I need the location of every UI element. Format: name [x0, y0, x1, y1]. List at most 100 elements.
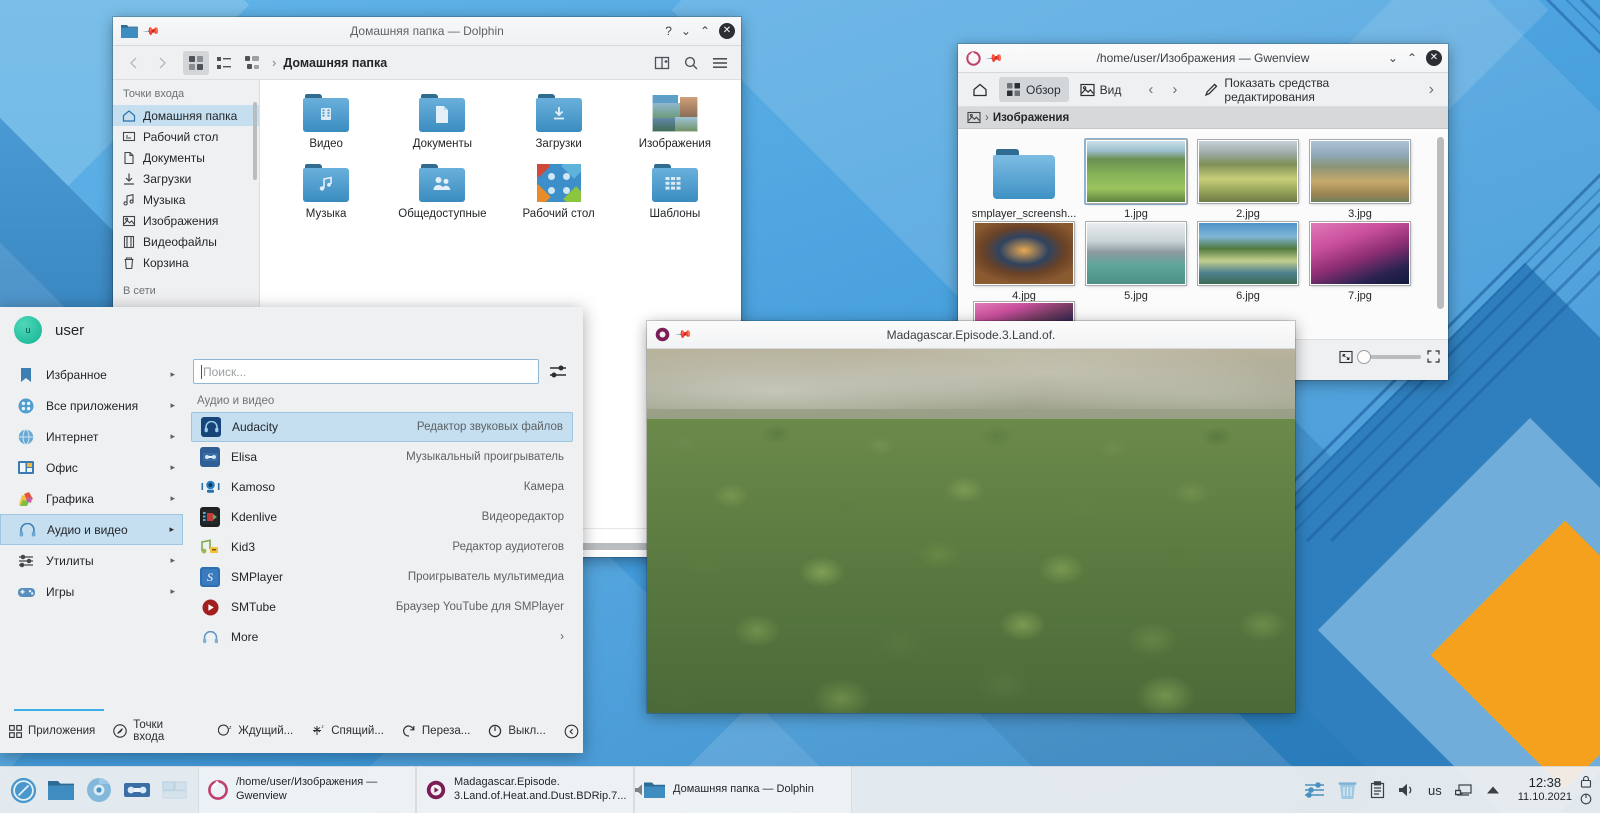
app-item-smplayer[interactable]: S SMPlayer Проигрыватель мультимедиа: [191, 562, 573, 592]
thumbnail-item[interactable]: 2.jpg: [1192, 138, 1304, 220]
view-button[interactable]: Вид: [1072, 77, 1130, 102]
sidebar-item-videos[interactable]: Видеофайлы: [113, 231, 259, 252]
panel-tasks[interactable]: /home/user/Изображения — Gwenview Madaga…: [198, 766, 1294, 813]
sliders-icon[interactable]: [549, 364, 567, 380]
app-item-elisa[interactable]: Elisa Музыкальный проигрыватель: [191, 442, 573, 472]
volume-icon[interactable]: [1398, 782, 1415, 798]
gwenview-breadcrumb[interactable]: Изображения: [993, 112, 1069, 124]
smplayer-window[interactable]: 📌 Madagascar.Episode.3.Land.of.: [647, 321, 1295, 713]
minimize-button[interactable]: ⌄: [1388, 52, 1398, 64]
thumbnail-item[interactable]: 6.jpg: [1192, 220, 1304, 302]
file-item[interactable]: Шаблоны: [617, 164, 733, 220]
previous-button[interactable]: ‹: [1140, 77, 1161, 102]
back-arrow-icon[interactable]: [121, 51, 147, 75]
app-item-kdenlive[interactable]: Kdenlive Видеоредактор: [191, 502, 573, 532]
fit-to-window-icon[interactable]: [1339, 350, 1353, 364]
maximize-button[interactable]: ⌃: [700, 25, 710, 37]
browse-button[interactable]: Обзор: [999, 77, 1069, 102]
details-view-icon[interactable]: [239, 51, 265, 75]
show-desktop-icon[interactable]: [160, 775, 190, 805]
split-view-icon[interactable]: [649, 51, 675, 75]
task-gwenview[interactable]: /home/user/Изображения — Gwenview: [198, 766, 416, 813]
search-icon[interactable]: [678, 51, 704, 75]
launcher-user-row[interactable]: u user: [0, 307, 583, 353]
thumbnail-item[interactable]: 4.jpg: [968, 220, 1080, 302]
breadcrumb[interactable]: Домашняя папка: [283, 56, 387, 70]
sidebar-item-music[interactable]: Музыка: [113, 189, 259, 210]
kickoff-launcher-icon[interactable]: [8, 775, 38, 805]
file-item[interactable]: Общедоступные: [384, 164, 500, 220]
category-multimedia[interactable]: Аудио и видео ▸: [0, 514, 183, 545]
footer-tab-shutdown[interactable]: Выкл...: [479, 724, 554, 738]
session-controls[interactable]: [1580, 775, 1600, 805]
pin-icon[interactable]: 📌: [142, 22, 161, 40]
toolbar-overflow-button[interactable]: ›: [1421, 77, 1442, 102]
sidebar-item-trash[interactable]: Корзина: [113, 252, 259, 273]
footer-tab-hibernate[interactable]: z Спящий...: [302, 724, 393, 738]
task-smplayer[interactable]: Madagascar.Episode. 3.Land.of.Heat.and.D…: [416, 766, 647, 813]
help-button[interactable]: ?: [665, 25, 672, 37]
close-button[interactable]: ✕: [1426, 50, 1442, 66]
file-item[interactable]: Загрузки: [501, 94, 617, 150]
clipboard-icon[interactable]: [1370, 781, 1385, 799]
file-item[interactable]: Документы: [384, 94, 500, 150]
app-item-smtube[interactable]: SMTube Браузер YouTube для SMPlayer: [191, 592, 573, 622]
category-all-applications[interactable]: Все приложения ▸: [0, 390, 183, 421]
network-icon[interactable]: [1454, 782, 1473, 798]
dolphin-titlebar[interactable]: 📌 Домашняя папка — Dolphin ? ⌄ ⌃ ✕: [113, 17, 741, 46]
zoom-controls[interactable]: [1339, 349, 1440, 364]
avatar[interactable]: u: [14, 316, 42, 344]
category-utilities[interactable]: Утилиты ▸: [0, 545, 183, 576]
category-internet[interactable]: Интернет ▸: [0, 421, 183, 452]
thumbnail-item[interactable]: 1.jpg: [1080, 138, 1192, 220]
file-manager-icon[interactable]: [46, 775, 76, 805]
app-item-kid3[interactable]: Kid3 Редактор аудиотегов: [191, 532, 573, 562]
pin-icon[interactable]: 📌: [985, 49, 1004, 67]
sidebar-scrollbar[interactable]: [253, 102, 257, 180]
file-item[interactable]: Музыка: [268, 164, 384, 220]
thumbnail-item[interactable]: 3.jpg: [1304, 138, 1416, 220]
footer-collapse-button[interactable]: [555, 724, 588, 739]
thumbnail-item[interactable]: smplayer_screensh...: [968, 138, 1080, 220]
system-tray[interactable]: us: [1294, 780, 1510, 800]
panel-launchers[interactable]: [0, 775, 198, 805]
category-office[interactable]: Офис ▸: [0, 452, 183, 483]
thumbnail-item[interactable]: 7.jpg: [1304, 220, 1416, 302]
gwenview-toolbar[interactable]: Обзор Вид ‹ › Показать средства редактир…: [958, 73, 1448, 107]
dolphin-toolbar[interactable]: › Домашняя папка: [113, 46, 741, 80]
category-favorites[interactable]: Избранное ▸: [0, 359, 183, 390]
taskbar-panel[interactable]: /home/user/Изображения — Gwenview Madaga…: [0, 766, 1600, 813]
footer-tab-applications[interactable]: Приложения: [0, 724, 104, 738]
sidebar-item-documents[interactable]: Документы: [113, 147, 259, 168]
category-graphics[interactable]: Графика ▸: [0, 483, 183, 514]
zoom-slider[interactable]: [1357, 349, 1421, 364]
zoom-slider-knob[interactable]: [1357, 349, 1371, 364]
app-item-kamoso[interactable]: Kamoso Камера: [191, 472, 573, 502]
category-games[interactable]: Игры ▸: [0, 576, 183, 607]
trash-icon[interactable]: [1338, 780, 1357, 800]
sidebar-item-desktop[interactable]: Рабочий стол: [113, 126, 259, 147]
media-player-icon[interactable]: [122, 775, 152, 805]
web-browser-icon[interactable]: [84, 775, 114, 805]
forward-arrow-icon[interactable]: [149, 51, 175, 75]
sidebar-item-downloads[interactable]: Загрузки: [113, 168, 259, 189]
file-item[interactable]: Изображения: [617, 94, 733, 150]
maximize-button[interactable]: ⌃: [1407, 52, 1417, 64]
footer-tab-suspend[interactable]: z Ждущий...: [209, 724, 302, 738]
gwenview-titlebar[interactable]: 📌 /home/user/Изображения — Gwenview ⌄ ⌃ …: [958, 44, 1448, 73]
gwenview-vertical-scrollbar[interactable]: [1437, 137, 1444, 309]
close-button[interactable]: ✕: [719, 23, 735, 39]
fullscreen-icon[interactable]: [1427, 350, 1440, 363]
task-dolphin[interactable]: Домашняя папка — Dolphin: [634, 766, 852, 813]
compact-view-icon[interactable]: [211, 51, 237, 75]
digital-clock[interactable]: 12:38 11.10.2021: [1510, 775, 1580, 804]
launcher-search-row[interactable]: Поиск...: [191, 353, 573, 393]
footer-tab-places[interactable]: Точки входа: [104, 719, 173, 743]
footer-tab-restart[interactable]: Переза...: [393, 724, 479, 738]
lock-icon[interactable]: [1580, 775, 1592, 788]
launcher-footer[interactable]: Приложения Точки входа z Ждущий... z Спя…: [0, 697, 583, 753]
gwenview-breadcrumb-bar[interactable]: › Изображения: [958, 107, 1448, 129]
show-hidden-icons-arrow[interactable]: [1486, 785, 1500, 795]
thumbnail-item[interactable]: 5.jpg: [1080, 220, 1192, 302]
video-canvas[interactable]: [647, 349, 1295, 713]
